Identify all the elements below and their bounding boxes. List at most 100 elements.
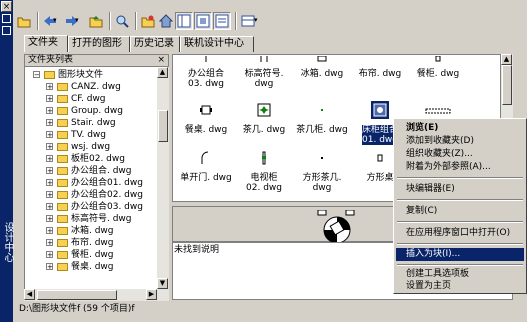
tree-item-label: 办公组合03. dwg [71,202,143,212]
table-icon [199,103,213,117]
views-dropdown-icon[interactable]: ▾ [254,16,272,34]
rect-icon [425,107,451,114]
grid-item[interactable]: 方形茶几. dwg [293,151,351,196]
block-icon [431,55,445,62]
close-folder-list-button[interactable]: × [157,55,165,66]
expand-icon[interactable]: + [46,227,53,235]
menu-item-insert-as-block[interactable]: 插入为块(I)... [396,248,524,261]
grid-item-label: 布帘. dwg [358,69,402,79]
context-menu: 浏览(E) 添加到收藏夹(D) 组织收藏夹(Z)... 附着为外部参照(A)..… [393,118,527,294]
folder-icon [57,203,68,211]
expand-icon[interactable]: + [46,131,53,139]
grid-item[interactable]: 茶几. dwg [235,103,293,148]
preview-image [316,209,358,244]
tree-scroll-thumb[interactable] [158,110,168,142]
menu-item-open-in-window[interactable]: 在应用程序窗口中打开(O) [396,227,524,240]
grid-item[interactable]: 餐桌. dwg [177,103,235,148]
preview-toggle-icon[interactable] [194,12,212,30]
menu-item-set-as-home[interactable]: 设置为主页 [396,280,524,293]
search-icon[interactable] [113,12,131,30]
tree-vertical-scrollbar[interactable]: ▲ ▼ [157,67,169,289]
expand-icon[interactable]: + [46,95,53,103]
up-icon[interactable] [87,12,105,30]
expand-icon[interactable]: + [46,143,53,151]
expand-icon[interactable]: + [46,203,53,211]
dot-icon [315,151,329,165]
status-bar: D:\图形块文件f (59 个项目)f [13,302,527,322]
description-toggle-icon[interactable] [213,12,231,30]
folder-icon [57,143,68,151]
expand-icon[interactable]: + [46,179,53,187]
scroll-up-icon[interactable]: ▲ [157,67,168,78]
load-icon[interactable] [15,12,33,30]
scroll-up-icon[interactable]: ▲ [501,54,512,65]
expand-icon[interactable]: + [46,107,53,115]
grid-item[interactable]: 茶几柜. dwg [293,103,351,148]
grid-item-label: 冰箱. dwg [300,69,344,79]
description-text: 未找到说明 [174,245,220,255]
favorites-icon[interactable] [139,12,157,30]
properties-icon[interactable] [2,26,11,35]
grid-item[interactable]: 单开门. dwg [177,151,235,196]
expand-icon[interactable]: + [46,251,53,259]
tree-toggle-icon[interactable] [175,12,193,30]
menu-item-attach-xref[interactable]: 附着为外部参照(A)... [396,161,524,174]
tab-folders[interactable]: 文件夹 [24,35,68,52]
palette-title-strip[interactable]: × 设计中心 [0,0,13,322]
grid-item-label: 餐柜. dwg [416,69,460,79]
grid-item[interactable]: 电视柜 02. dwg [235,151,293,196]
door-icon [199,151,213,165]
menu-separator [397,177,523,179]
grid-item[interactable]: 布帘. dwg [351,55,409,100]
folder-icon [57,251,68,259]
content-scroll-thumb[interactable] [502,65,512,105]
grid-item[interactable]: 办公组合 03. dwg [177,55,235,100]
tree-hscroll-thumb[interactable] [37,290,117,300]
folder-icon [57,83,68,91]
expand-icon[interactable]: + [46,155,53,163]
tree-item-label: CF. dwg [71,94,106,104]
folder-icon [57,119,68,127]
expand-icon[interactable]: + [46,263,53,271]
tab-open-drawings[interactable]: 打开的图形 [68,36,130,52]
expand-icon[interactable]: + [46,83,53,91]
grid-item[interactable]: 餐柜. dwg [409,55,467,100]
folder-open-icon [44,71,55,79]
tree-item-label: 冰箱. dwg [71,226,114,236]
grid-item-label: 电视柜 [250,173,278,183]
scroll-down-icon[interactable]: ▼ [157,278,168,289]
block-icon [257,55,271,62]
menu-separator [397,243,523,245]
menu-item-add-favorites[interactable]: 添加到收藏夹(D) [396,135,524,148]
scroll-right-icon[interactable]: ▶ [146,289,157,300]
grid-item-label: dwg [254,79,274,89]
menu-item-block-editor[interactable]: 块编辑器(E) [396,183,524,196]
expand-icon[interactable]: + [46,215,53,223]
autohide-icon[interactable] [2,14,11,23]
grid-item[interactable]: 标高符号. dwg [235,55,293,100]
folder-tree: − 图形块文件 + CANZ. dwg + CF. dwg + Group. d… [24,67,157,289]
menu-item-browse[interactable]: 浏览(E) [396,122,524,135]
grid-item-label: 茶几柜. dwg [296,125,348,135]
folder-icon [57,191,68,199]
collapse-icon[interactable]: − [33,71,40,79]
expand-icon[interactable]: + [46,239,53,247]
home-icon[interactable] [157,12,175,30]
grid-item-label: 单开门. dwg [180,173,232,183]
scroll-left-icon[interactable]: ◀ [24,289,35,300]
menu-item-copy[interactable]: 复制(C) [396,205,524,218]
expand-icon[interactable]: + [46,119,53,127]
grid-item-label: 方形茶几. [302,173,342,183]
tab-history[interactable]: 历史记录 [130,36,180,52]
tab-online-dc[interactable]: 联机设计中心 [180,36,254,52]
tree-item-label: 餐柜. dwg [71,250,114,260]
close-palette-button[interactable]: × [1,1,12,12]
expand-icon[interactable]: + [46,167,53,175]
grid-item-label: dwg [312,183,332,193]
folder-icon [57,167,68,175]
folder-icon [57,263,68,271]
menu-item-organize-favorites[interactable]: 组织收藏夹(Z)... [396,148,524,161]
folder-list-header: 文件夹列表 × [24,54,169,67]
expand-icon[interactable]: + [46,191,53,199]
grid-item[interactable]: 冰箱. dwg [293,55,351,100]
